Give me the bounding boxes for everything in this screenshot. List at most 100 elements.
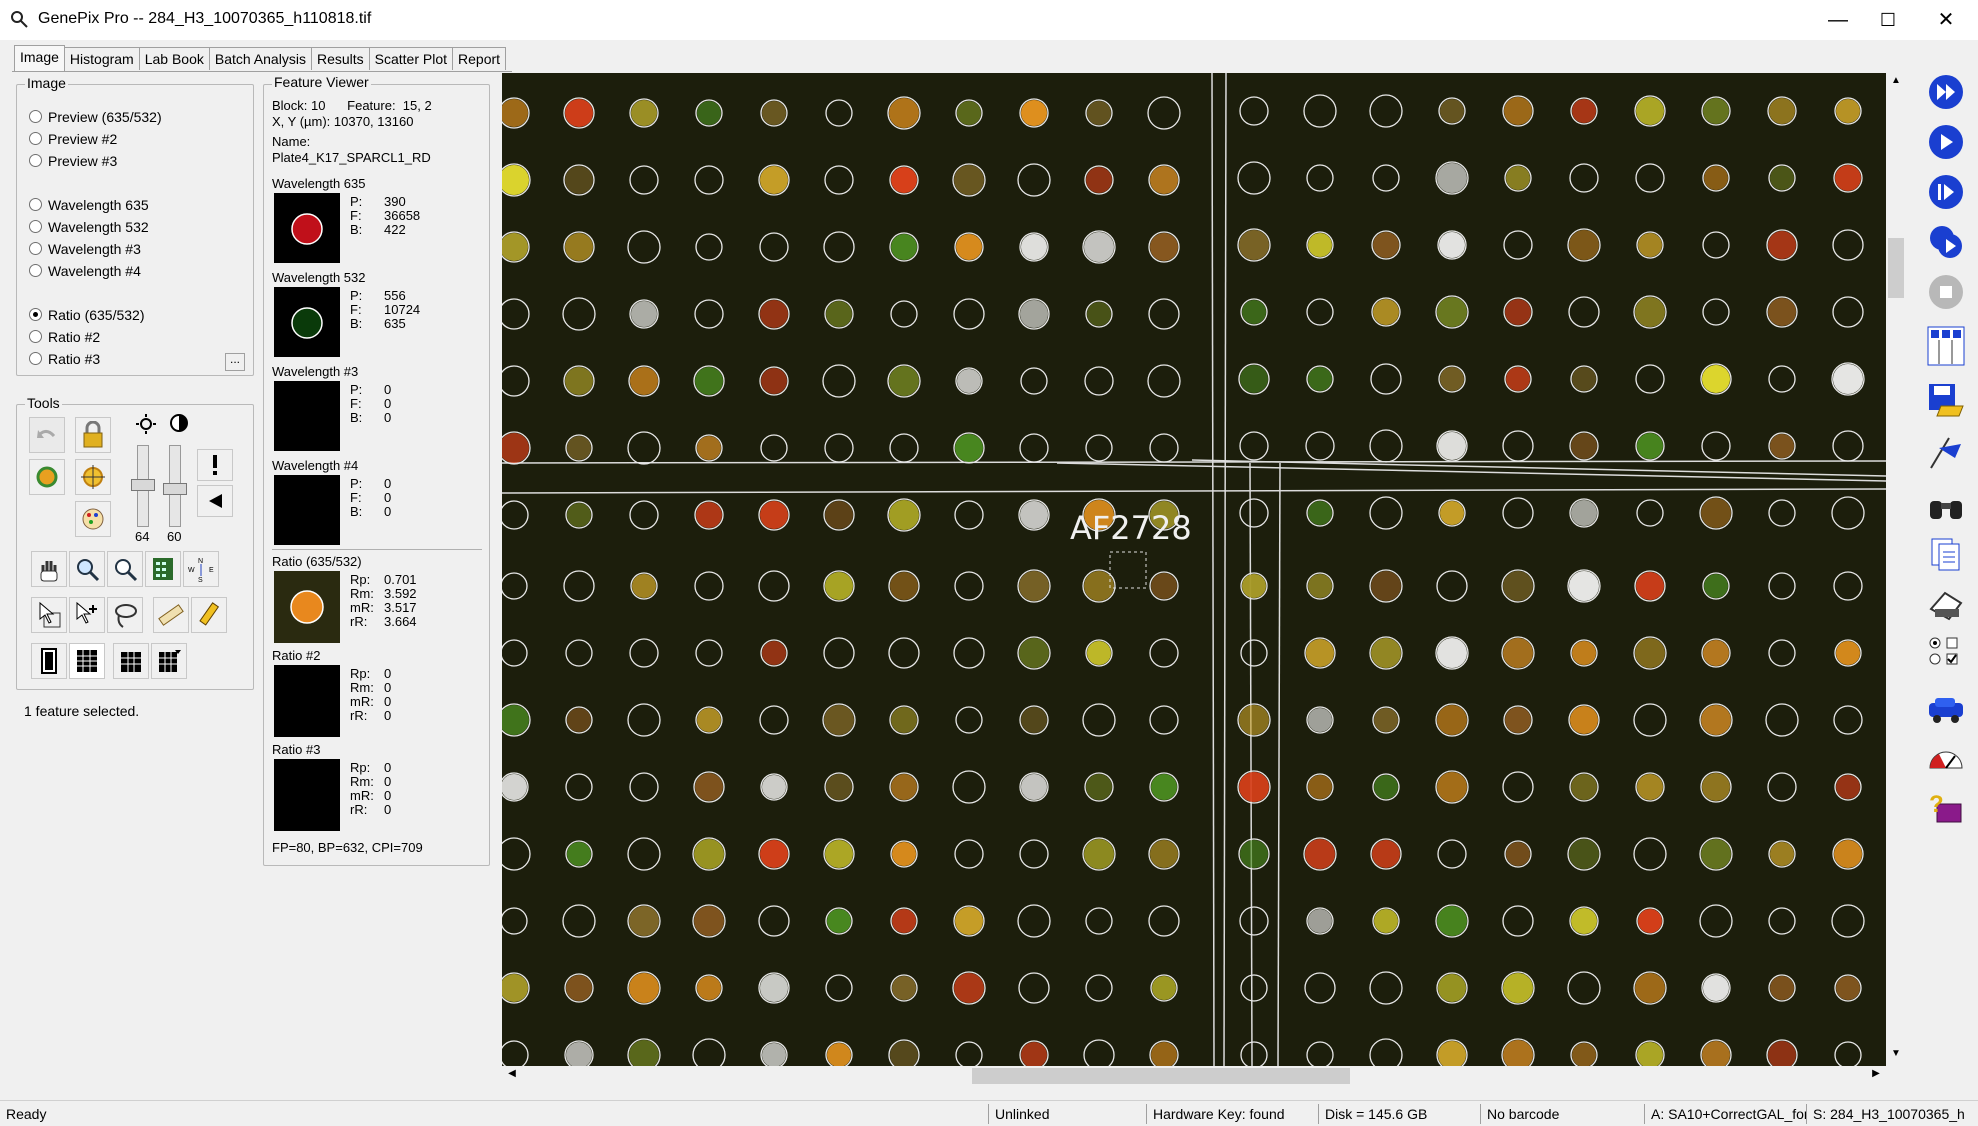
array-spot[interactable] [502,772,529,802]
line-scan-button[interactable] [1926,172,1966,212]
array-spot[interactable] [952,971,986,1005]
array-spot[interactable] [1567,837,1601,871]
save-button[interactable] [1926,380,1966,420]
vertical-scroll-thumb[interactable] [1888,238,1904,298]
array-spot[interactable] [888,1039,920,1066]
tab-report[interactable]: Report [452,47,507,70]
array-spot[interactable] [1568,704,1600,736]
array-spot[interactable] [1503,297,1533,327]
undo-button[interactable] [29,417,65,453]
array-spot[interactable] [887,498,921,532]
radio-preview-3[interactable]: Preview #3 [29,153,117,169]
array-spot[interactable] [954,571,984,601]
radio-button-icon[interactable] [29,198,42,211]
array-spot[interactable] [1369,94,1403,128]
array-spot[interactable] [1833,571,1863,601]
array-spot[interactable] [1701,96,1731,126]
batch-scan-button[interactable] [1926,222,1966,262]
array-spot[interactable] [1699,703,1733,737]
array-spot[interactable] [1019,772,1049,802]
close-button[interactable]: ✕ [1918,0,1974,40]
option-toggles[interactable] [1926,634,1966,668]
array-spot[interactable] [1240,974,1268,1002]
barcode-button[interactable] [1926,326,1966,366]
scroll-right-icon[interactable]: ▶ [1868,1068,1884,1084]
array-spot[interactable] [760,773,788,801]
zoom-button[interactable] [107,551,143,587]
alert-button[interactable] [197,449,233,481]
array-spot[interactable] [695,99,723,127]
array-spot[interactable] [1832,838,1864,870]
array-spot[interactable] [1567,971,1601,1005]
array-spot[interactable] [1501,1038,1535,1066]
array-spot[interactable] [1502,95,1534,127]
array-spot[interactable] [1369,636,1403,670]
array-spot[interactable] [954,839,984,869]
radio-button-icon[interactable] [29,220,42,233]
annotate-button[interactable] [191,597,227,633]
array-spot[interactable] [1832,430,1864,462]
array-spot[interactable] [1239,431,1269,461]
array-spot[interactable] [1702,298,1730,326]
array-spot[interactable] [1636,907,1664,935]
array-spot[interactable] [1084,772,1114,802]
array-spot[interactable] [758,499,790,531]
array-spot[interactable] [629,638,659,668]
array-spot[interactable] [1083,1039,1115,1066]
array-spot[interactable] [1237,161,1271,195]
array-spot[interactable] [1768,840,1796,868]
array-spot[interactable] [1019,232,1049,262]
array-spot[interactable] [760,99,788,127]
scan-image-view[interactable]: AF2728 [502,73,1886,1066]
array-spot[interactable] [953,905,985,937]
array-spot[interactable] [1082,703,1116,737]
array-spot[interactable] [823,637,855,669]
scroll-up-icon[interactable]: ▲ [1888,75,1904,91]
array-spot[interactable] [759,366,789,396]
array-spot[interactable] [1238,363,1270,395]
array-spot[interactable] [1700,363,1732,395]
array-spot[interactable] [502,231,530,263]
array-spot[interactable] [695,706,723,734]
array-spot[interactable] [1372,706,1400,734]
array-spot[interactable] [759,705,789,735]
array-spot[interactable] [1766,296,1798,328]
array-spot[interactable] [1149,705,1179,735]
array-spot[interactable] [627,971,661,1005]
array-spot[interactable] [1303,837,1337,871]
array-spot[interactable] [758,905,790,937]
array-spot[interactable] [1436,972,1468,1004]
array-spot[interactable] [890,300,918,328]
array-spot[interactable] [889,705,919,735]
array-spot[interactable] [1149,1040,1179,1066]
array-spot[interactable] [1306,907,1334,935]
help-button[interactable]: ? [1926,788,1966,828]
array-spot[interactable] [502,431,531,465]
array-spot[interactable] [564,1040,594,1066]
array-spot[interactable] [502,500,529,530]
array-spot[interactable] [824,772,854,802]
compass-button[interactable]: NW ES [183,551,219,587]
grid-options-button[interactable] [151,643,187,679]
array-spot[interactable] [1148,838,1180,870]
radio-wavelength-4[interactable]: Wavelength #4 [29,263,141,279]
array-spot[interactable] [1148,905,1180,937]
array-spot[interactable] [1306,365,1334,393]
array-spot[interactable] [502,703,531,737]
array-spot[interactable] [1435,161,1469,195]
array-spot[interactable] [1702,164,1730,192]
array-spot[interactable] [1570,97,1598,125]
array-spot[interactable] [824,299,854,329]
radio-button-icon[interactable] [29,352,42,365]
array-spot[interactable] [889,232,919,262]
array-spot[interactable] [1570,1041,1598,1066]
data-scan-button[interactable] [1926,122,1966,162]
array-spot[interactable] [629,165,659,195]
array-spot[interactable] [502,572,528,600]
array-spot[interactable] [1767,96,1797,126]
radio-ratio-3[interactable]: Ratio #3 [29,351,100,367]
array-spot[interactable] [1371,230,1401,260]
array-spot[interactable] [825,1041,853,1066]
array-spot[interactable] [1082,837,1116,871]
array-spot[interactable] [760,434,788,462]
